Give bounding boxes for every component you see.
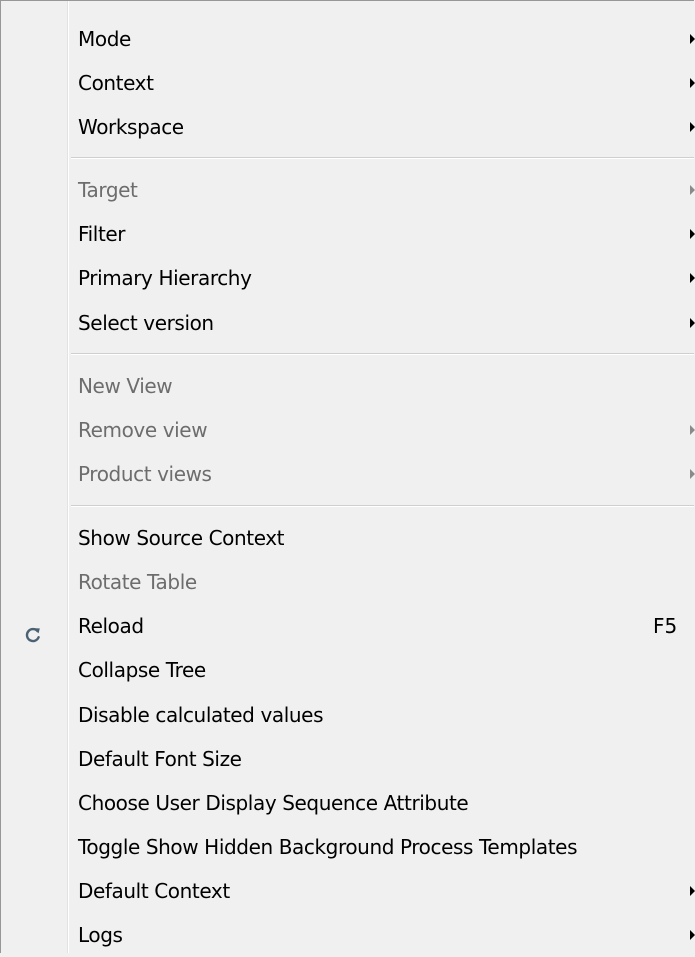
menu-item-label: Workspace (78, 115, 184, 139)
menu-item-label: Select version (78, 311, 214, 335)
menu-item-label: Product views (78, 462, 212, 486)
menu-item-choose-user-display-sequence-attribute[interactable]: Choose User Display Sequence Attribute (1, 781, 695, 825)
menu-item-disable-calculated-values[interactable]: Disable calculated values (1, 693, 695, 737)
submenu-arrow-icon (690, 425, 695, 435)
menu-item-label: Rotate Table (78, 570, 197, 594)
submenu-arrow-icon (690, 185, 695, 195)
menu-item-label: Toggle Show Hidden Background Process Te… (78, 835, 578, 859)
menu-item-label: Default Font Size (78, 747, 242, 771)
menu-item-select-version[interactable]: Select version (1, 301, 695, 345)
context-menu: Mode Context Workspace Target Filter Pri… (0, 0, 695, 953)
submenu-arrow-icon (690, 469, 695, 479)
menu-item-new-view[interactable]: New View (1, 364, 695, 408)
menu-item-label: Logs (78, 923, 123, 947)
menu-item-primary-hierarchy[interactable]: Primary Hierarchy (1, 256, 695, 300)
menu-item-label: New View (78, 374, 173, 398)
menu-item-label: Choose User Display Sequence Attribute (78, 791, 469, 815)
submenu-arrow-icon (690, 122, 695, 132)
menu-item-label: Context (78, 71, 154, 95)
menu-separator (71, 157, 694, 159)
menu-item-product-views[interactable]: Product views (1, 452, 695, 496)
menu-item-label: Mode (78, 27, 131, 51)
submenu-arrow-icon (690, 34, 695, 44)
menu-item-label: Collapse Tree (78, 658, 206, 682)
menu-item-show-source-context[interactable]: Show Source Context (1, 516, 695, 560)
menu-item-label: Target (78, 178, 138, 202)
menu-item-label: Disable calculated values (78, 703, 324, 727)
submenu-arrow-icon (690, 273, 695, 283)
menu-item-default-context[interactable]: Default Context (1, 869, 695, 913)
menu-item-default-font-size[interactable]: Default Font Size (1, 737, 695, 781)
menu-item-toggle-show-hidden-background-process-templates[interactable]: Toggle Show Hidden Background Process Te… (1, 825, 695, 869)
reload-icon (23, 616, 43, 643)
menu-item-workspace[interactable]: Workspace (1, 105, 695, 149)
menu-item-context[interactable]: Context (1, 61, 695, 105)
menu-item-collapse-tree[interactable]: Collapse Tree (1, 648, 695, 692)
submenu-arrow-icon (690, 930, 695, 940)
submenu-arrow-icon (690, 886, 695, 896)
menu-item-label: Remove view (78, 418, 208, 442)
menu-item-logs[interactable]: Logs (1, 913, 695, 957)
submenu-arrow-icon (690, 229, 695, 239)
menu-item-label: Filter (78, 222, 126, 246)
menu-item-label: Default Context (78, 879, 230, 903)
submenu-arrow-icon (690, 318, 695, 328)
menu-item-remove-view[interactable]: Remove view (1, 408, 695, 452)
menu-separator (71, 353, 694, 355)
menu-item-mode[interactable]: Mode (1, 17, 695, 61)
menu-item-filter[interactable]: Filter (1, 212, 695, 256)
menu-item-rotate-table[interactable]: Rotate Table (1, 560, 695, 604)
menu-item-label: Show Source Context (78, 526, 285, 550)
menu-item-label: Primary Hierarchy (78, 266, 252, 290)
menu-item-target[interactable]: Target (1, 168, 695, 212)
menu-item-reload[interactable]: Reload F5 (1, 604, 695, 648)
shortcut-label: F5 (653, 614, 678, 638)
submenu-arrow-icon (690, 78, 695, 88)
menu-separator (71, 505, 694, 507)
menu-item-label: Reload (78, 614, 144, 638)
